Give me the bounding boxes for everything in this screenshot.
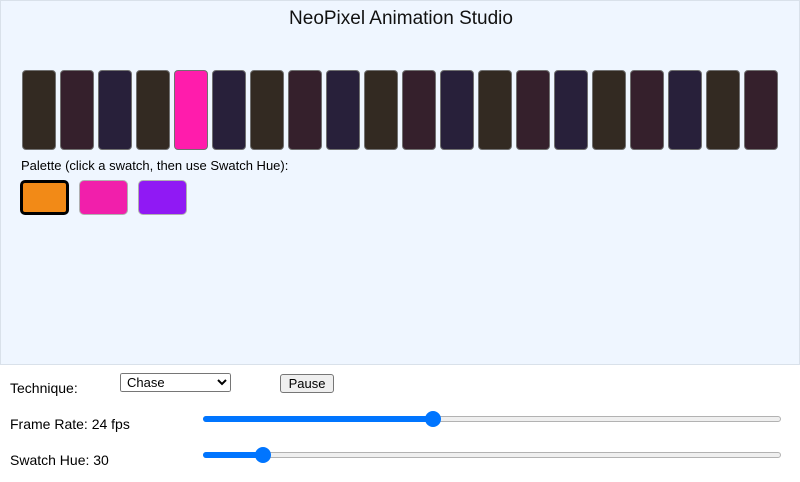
led-pixel [288,70,322,150]
led-pixel [174,70,208,150]
page-title: NeoPixel Animation Studio [289,8,513,29]
palette-swatch[interactable] [79,180,128,215]
swatch-hue-track [203,452,781,458]
animation-stage: NeoPixel Animation Studio Palette (click… [0,0,800,365]
led-pixel [592,70,626,150]
palette-label: Palette (click a swatch, then use Swatch… [21,158,289,173]
palette-swatch[interactable] [138,180,187,215]
led-pixel [212,70,246,150]
led-pixel [250,70,284,150]
pause-button[interactable]: Pause [280,374,334,393]
led-pixel [744,70,778,150]
technique-select[interactable]: Chase [120,373,231,392]
led-pixel [364,70,398,150]
frame-rate-fill [203,416,433,422]
led-pixel [440,70,474,150]
frame-rate-thumb[interactable] [424,411,441,427]
swatch-hue-label: Swatch Hue: 30 [10,452,109,468]
led-pixel [402,70,436,150]
palette-swatch[interactable] [20,180,69,215]
led-pixel [478,70,512,150]
led-pixel [668,70,702,150]
technique-label: Technique: [10,380,78,396]
frame-rate-slider[interactable] [203,411,781,427]
led-pixel [22,70,56,150]
swatch-hue-slider[interactable] [203,447,781,463]
led-pixel [706,70,740,150]
led-pixel [326,70,360,150]
swatch-hue-thumb[interactable] [255,447,272,463]
led-pixel [554,70,588,150]
led-strip [22,70,780,152]
led-pixel [516,70,550,150]
led-pixel [98,70,132,150]
frame-rate-label: Frame Rate: 24 fps [10,416,130,432]
led-pixel [630,70,664,150]
led-pixel [60,70,94,150]
swatch-hue-fill [203,452,264,458]
palette [20,180,187,215]
led-pixel [136,70,170,150]
